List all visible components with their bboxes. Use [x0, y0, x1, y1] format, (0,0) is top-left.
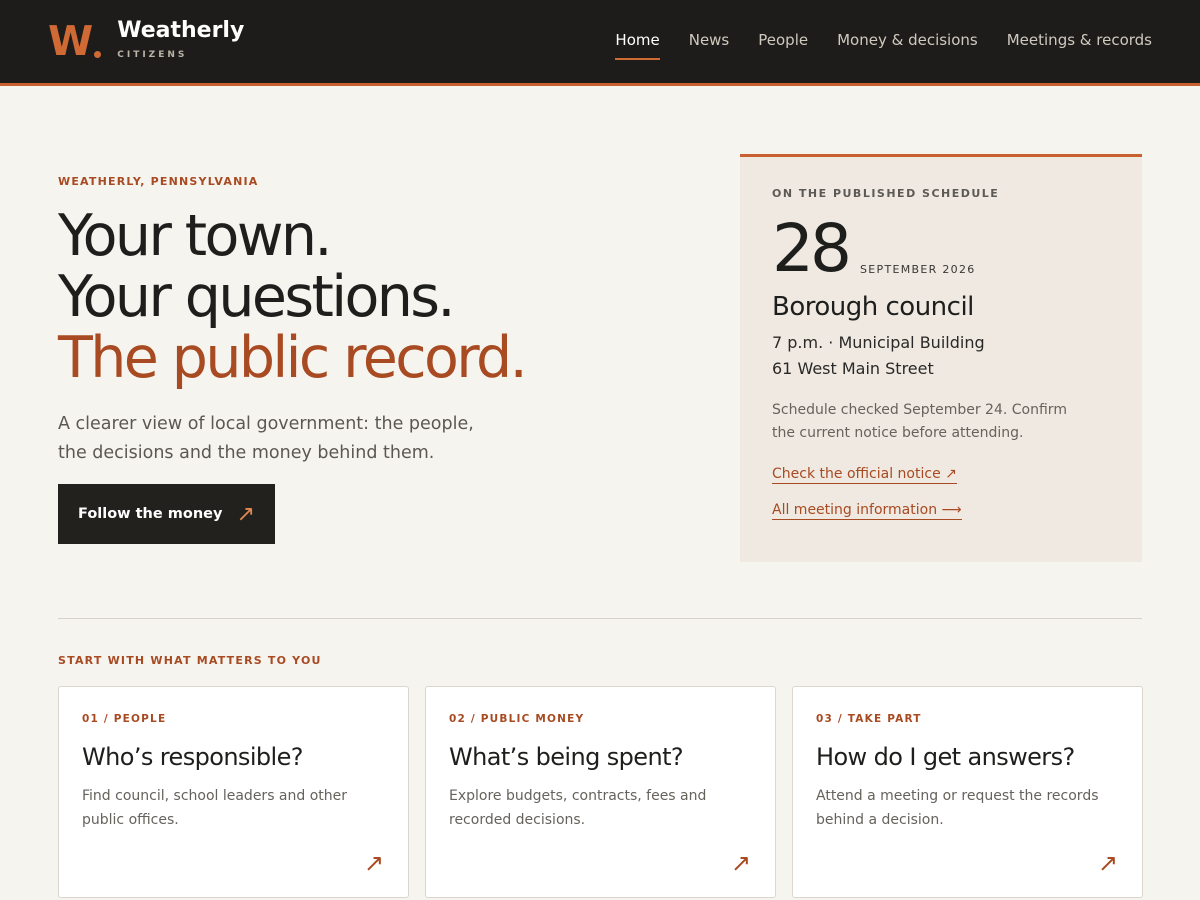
schedule-day: 28 — [772, 210, 852, 287]
brand-logo[interactable]: W Weatherly CITIZENS — [48, 18, 244, 64]
all-meeting-info-link[interactable]: All meeting information ⟶ — [772, 501, 962, 520]
logo-dot — [94, 51, 102, 58]
site-header: W Weatherly CITIZENS Home News People Mo… — [0, 0, 1200, 86]
schedule-eyebrow: ON THE PUBLISHED SCHEDULE — [772, 187, 1000, 200]
hero-title-line-1: Your town. — [58, 203, 332, 269]
brand-name: Weatherly — [117, 18, 245, 43]
arrow-up-right-icon: ↗ — [363, 849, 384, 877]
schedule-time-place: 7 p.m. · Municipal Building — [772, 333, 985, 352]
hero-eyebrow: WEATHERLY, PENNSYLVANIA — [58, 175, 259, 188]
nav-people[interactable]: People — [758, 31, 808, 60]
hero-title-line-2: Your questions. — [58, 264, 455, 330]
arrow-up-right-icon: ↗ — [1097, 849, 1118, 877]
follow-the-money-button[interactable]: Follow the money ↗ — [58, 484, 275, 544]
card-people[interactable]: 01 / PEOPLE Who’s responsible? Find coun… — [58, 686, 409, 898]
schedule-meeting-title: Borough council — [772, 292, 974, 322]
card-eyebrow: 02 / PUBLIC MONEY — [449, 713, 585, 725]
brand-text: Weatherly CITIZENS — [117, 18, 244, 60]
brand-subtitle: CITIZENS — [117, 50, 188, 60]
card-eyebrow: 03 / TAKE PART — [816, 713, 922, 725]
main-nav: Home News People Money & decisions Meeti… — [586, 31, 1152, 60]
card-text: Explore budgets, contracts, fees and rec… — [449, 788, 707, 828]
nav-news[interactable]: News — [689, 31, 730, 60]
card-text: Attend a meeting or request the records … — [816, 788, 1099, 828]
section-divider — [58, 618, 1142, 619]
nav-meetings-records[interactable]: Meetings & records — [1007, 31, 1152, 60]
hero-title-line-3: The public record. — [58, 325, 528, 391]
cta-label: Follow the money — [78, 506, 223, 522]
schedule-details: 7 p.m. · Municipal Building 61 West Main… — [772, 330, 1110, 382]
section-eyebrow: START WITH WHAT MATTERS TO YOU — [58, 654, 322, 667]
topic-cards: 01 / PEOPLE Who’s responsible? Find coun… — [58, 686, 1143, 898]
hero-lead: A clearer view of local government: the … — [58, 414, 474, 463]
schedule-date: 28 SEPTEMBER 2026 — [772, 210, 1110, 287]
card-take-part[interactable]: 03 / TAKE PART How do I get answers? Att… — [792, 686, 1143, 898]
official-notice-link[interactable]: Check the official notice ↗ — [772, 465, 957, 484]
schedule-address: 61 West Main Street — [772, 359, 934, 378]
card-text: Find council, school leaders and other p… — [82, 788, 348, 828]
card-title: Who’s responsible? — [82, 743, 304, 771]
arrow-up-right-icon: ↗ — [236, 501, 255, 527]
schedule-card: ON THE PUBLISHED SCHEDULE 28 SEPTEMBER 2… — [740, 154, 1142, 562]
card-eyebrow: 01 / PEOPLE — [82, 713, 167, 725]
schedule-note: Schedule checked September 24. Confirm t… — [772, 402, 1067, 441]
card-public-money[interactable]: 02 / PUBLIC MONEY What’s being spent? Ex… — [425, 686, 776, 898]
logo-mark: W — [48, 17, 93, 65]
arrow-up-right-icon: ↗ — [730, 849, 751, 877]
nav-money-decisions[interactable]: Money & decisions — [837, 31, 978, 60]
nav-home[interactable]: Home — [615, 31, 660, 60]
schedule-month-year: SEPTEMBER 2026 — [859, 263, 976, 276]
card-title: How do I get answers? — [816, 743, 1075, 771]
card-title: What’s being spent? — [449, 743, 684, 771]
hero-title: Your town. Your questions. The public re… — [58, 206, 658, 389]
